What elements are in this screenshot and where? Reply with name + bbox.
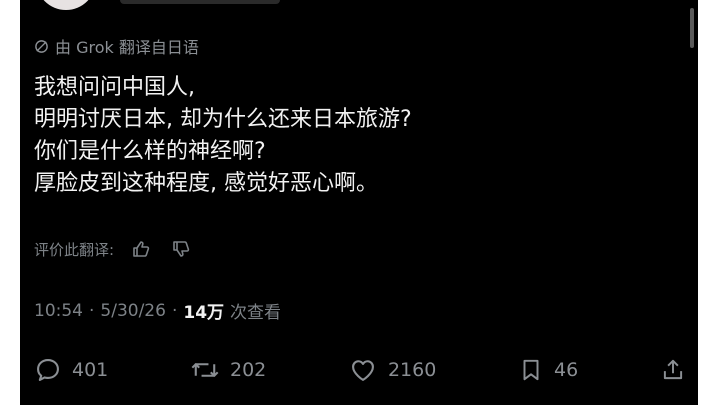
like-count: 2160	[387, 359, 437, 381]
meta-separator: ·	[171, 300, 178, 321]
post-line: 你们是什么样的神经啊?	[34, 139, 266, 164]
post-text: 我想问问中国人, 明明讨厌日本, 却为什么还来日本旅游? 你们是什么样的神经啊?…	[34, 72, 674, 200]
author-name-fragment	[120, 0, 280, 4]
avatar[interactable]	[36, 0, 96, 10]
bookmark-count: 46	[554, 359, 579, 381]
thumbs-up-icon	[133, 241, 150, 257]
translation-note-label: 由 Grok 翻译自日语	[55, 38, 199, 57]
reply-button[interactable]: 401	[34, 356, 108, 384]
thumbs-up-button[interactable]	[128, 236, 154, 262]
post-date[interactable]: 5/30/26	[100, 301, 166, 321]
repost-count: 202	[229, 359, 267, 381]
like-button[interactable]: 2160	[348, 356, 436, 384]
post-line: 我想问问中国人,	[34, 75, 195, 100]
translation-note: 由 Grok 翻译自日语	[34, 34, 199, 58]
share-icon	[663, 359, 683, 380]
share-button[interactable]	[660, 356, 686, 384]
scrollbar[interactable]	[690, 8, 694, 48]
meta-separator: ·	[89, 300, 95, 321]
post-line: 明明讨厌日本, 却为什么还来日本旅游?	[34, 107, 412, 132]
reply-count: 401	[72, 359, 109, 381]
repost-icon	[191, 363, 219, 377]
thumbs-down-button[interactable]	[168, 236, 194, 262]
thumbs-down-icon	[173, 241, 190, 257]
post-meta: 10:54 · 5/30/26 · 14万 次查看	[34, 298, 281, 324]
bookmark-button[interactable]: 46	[518, 356, 578, 384]
bookmark-icon	[523, 359, 539, 381]
post-detail-screen: 由 Grok 翻译自日语 我想问问中国人, 明明讨厌日本, 却为什么还来日本旅游…	[20, 0, 698, 405]
views-label[interactable]: 次查看	[230, 298, 281, 323]
globe-icon	[34, 39, 49, 54]
post-line: 厚脸皮到这种程度, 感觉好恶心啊。	[34, 171, 378, 196]
action-bar: 401 202 2160 46	[34, 356, 686, 384]
views-count[interactable]: 14万	[183, 298, 224, 323]
rate-translation-label: 评价此翻译:	[34, 240, 115, 259]
heart-icon	[352, 360, 374, 381]
repost-button[interactable]: 202	[190, 356, 266, 384]
rate-translation-row: 评价此翻译:	[34, 236, 194, 262]
post-time: 10:54	[34, 300, 83, 321]
reply-icon	[37, 359, 59, 381]
